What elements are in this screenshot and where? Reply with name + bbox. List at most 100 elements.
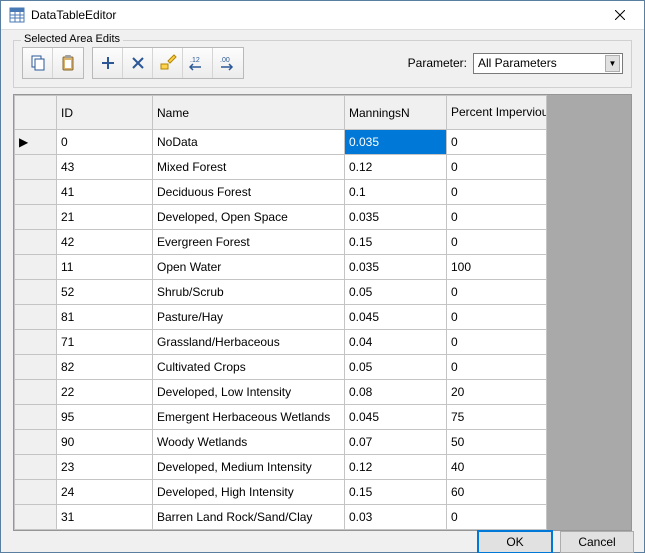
table-row[interactable]: 31Barren Land Rock/Sand/Clay0.030 <box>15 505 631 530</box>
add-row-button[interactable] <box>93 48 123 78</box>
cell-id[interactable]: 31 <box>57 505 153 530</box>
cell-impervious[interactable]: 0 <box>447 230 547 255</box>
table-row[interactable]: 22Developed, Low Intensity0.0820 <box>15 380 631 405</box>
table-row[interactable]: 95Emergent Herbaceous Wetlands0.04575 <box>15 405 631 430</box>
cell-impervious[interactable]: 0 <box>447 155 547 180</box>
edit-cell-button[interactable] <box>153 48 183 78</box>
cell-impervious[interactable]: 0 <box>447 330 547 355</box>
cell-name[interactable]: Open Water <box>153 255 345 280</box>
table-row[interactable]: 24Developed, High Intensity0.1560 <box>15 480 631 505</box>
table-row[interactable]: 21Developed, Open Space0.0350 <box>15 205 631 230</box>
cell-id[interactable]: 0 <box>57 130 153 155</box>
cell-id[interactable]: 24 <box>57 480 153 505</box>
cell-impervious[interactable]: 0 <box>447 205 547 230</box>
cell-impervious[interactable]: 0 <box>447 305 547 330</box>
table-row[interactable]: 71Grassland/Herbaceous0.040 <box>15 330 631 355</box>
cell-manningsn[interactable]: 0.05 <box>345 280 447 305</box>
cell-name[interactable]: Developed, Low Intensity <box>153 380 345 405</box>
cell-name[interactable]: Developed, Open Space <box>153 205 345 230</box>
row-header[interactable] <box>15 455 57 480</box>
cell-id[interactable]: 95 <box>57 405 153 430</box>
cell-manningsn[interactable]: 0.045 <box>345 305 447 330</box>
cell-manningsn[interactable]: 0.03 <box>345 505 447 530</box>
cell-name[interactable]: Deciduous Forest <box>153 180 345 205</box>
cell-manningsn[interactable]: 0.05 <box>345 355 447 380</box>
cell-manningsn[interactable]: 0.07 <box>345 430 447 455</box>
cell-name[interactable]: Cultivated Crops <box>153 355 345 380</box>
cell-id[interactable]: 81 <box>57 305 153 330</box>
row-header[interactable]: ▶ <box>15 130 57 155</box>
cell-name[interactable]: Woody Wetlands <box>153 430 345 455</box>
row-header-corner[interactable] <box>15 96 57 130</box>
cell-manningsn[interactable]: 0.12 <box>345 455 447 480</box>
delete-row-button[interactable] <box>123 48 153 78</box>
cell-manningsn[interactable]: 0.035 <box>345 255 447 280</box>
cell-name[interactable]: NoData <box>153 130 345 155</box>
cell-id[interactable]: 52 <box>57 280 153 305</box>
row-header[interactable] <box>15 430 57 455</box>
close-button[interactable] <box>597 1 642 29</box>
cell-name[interactable]: Shrub/Scrub <box>153 280 345 305</box>
cell-manningsn[interactable]: 0.08 <box>345 380 447 405</box>
cell-name[interactable]: Evergreen Forest <box>153 230 345 255</box>
row-header[interactable] <box>15 305 57 330</box>
col-header-impervious[interactable]: Percent Impervious <box>447 96 547 130</box>
cell-name[interactable]: Barren Land Rock/Sand/Clay <box>153 505 345 530</box>
cell-id[interactable]: 82 <box>57 355 153 380</box>
cell-impervious[interactable]: 75 <box>447 405 547 430</box>
paste-button[interactable] <box>53 48 83 78</box>
cell-id[interactable]: 21 <box>57 205 153 230</box>
table-row[interactable]: ▶0NoData0.0350 <box>15 130 631 155</box>
row-header[interactable] <box>15 330 57 355</box>
row-header[interactable] <box>15 405 57 430</box>
table-row[interactable]: 43Mixed Forest0.120 <box>15 155 631 180</box>
cell-impervious[interactable]: 60 <box>447 480 547 505</box>
cell-manningsn[interactable]: 0.15 <box>345 230 447 255</box>
increase-decimals-button[interactable]: .00 <box>213 48 243 78</box>
row-header[interactable] <box>15 180 57 205</box>
table-row[interactable]: 90Woody Wetlands0.0750 <box>15 430 631 455</box>
cell-impervious[interactable]: 0 <box>447 355 547 380</box>
cell-name[interactable]: Developed, High Intensity <box>153 480 345 505</box>
row-header[interactable] <box>15 505 57 530</box>
cell-id[interactable]: 43 <box>57 155 153 180</box>
row-header[interactable] <box>15 380 57 405</box>
data-grid[interactable]: ID Name ManningsN Percent Impervious ▶0N… <box>13 94 632 531</box>
cell-id[interactable]: 42 <box>57 230 153 255</box>
row-header[interactable] <box>15 205 57 230</box>
col-header-name[interactable]: Name <box>153 96 345 130</box>
cell-manningsn[interactable]: 0.035 <box>345 130 447 155</box>
cell-name[interactable]: Emergent Herbaceous Wetlands <box>153 405 345 430</box>
row-header[interactable] <box>15 280 57 305</box>
cell-impervious[interactable]: 0 <box>447 280 547 305</box>
cell-id[interactable]: 22 <box>57 380 153 405</box>
cell-manningsn[interactable]: 0.035 <box>345 205 447 230</box>
cell-manningsn[interactable]: 0.1 <box>345 180 447 205</box>
row-header[interactable] <box>15 480 57 505</box>
cell-manningsn[interactable]: 0.04 <box>345 330 447 355</box>
col-header-id[interactable]: ID <box>57 96 153 130</box>
cell-name[interactable]: Mixed Forest <box>153 155 345 180</box>
row-header[interactable] <box>15 255 57 280</box>
cell-id[interactable]: 71 <box>57 330 153 355</box>
row-header[interactable] <box>15 355 57 380</box>
cell-name[interactable]: Pasture/Hay <box>153 305 345 330</box>
row-header[interactable] <box>15 155 57 180</box>
cell-impervious[interactable]: 100 <box>447 255 547 280</box>
cell-id[interactable]: 41 <box>57 180 153 205</box>
cell-impervious[interactable]: 50 <box>447 430 547 455</box>
cell-id[interactable]: 23 <box>57 455 153 480</box>
table-row[interactable]: 52Shrub/Scrub0.050 <box>15 280 631 305</box>
parameter-select[interactable]: All Parameters ▼ <box>473 53 623 74</box>
table-row[interactable]: 41Deciduous Forest0.10 <box>15 180 631 205</box>
ok-button[interactable]: OK <box>478 531 552 553</box>
table-row[interactable]: 81Pasture/Hay0.0450 <box>15 305 631 330</box>
decrease-decimals-button[interactable]: .12 <box>183 48 213 78</box>
cancel-button[interactable]: Cancel <box>560 531 634 553</box>
table-row[interactable]: 11Open Water0.035100 <box>15 255 631 280</box>
cell-impervious[interactable]: 20 <box>447 380 547 405</box>
table-row[interactable]: 82Cultivated Crops0.050 <box>15 355 631 380</box>
cell-id[interactable]: 11 <box>57 255 153 280</box>
cell-name[interactable]: Developed, Medium Intensity <box>153 455 345 480</box>
cell-name[interactable]: Grassland/Herbaceous <box>153 330 345 355</box>
